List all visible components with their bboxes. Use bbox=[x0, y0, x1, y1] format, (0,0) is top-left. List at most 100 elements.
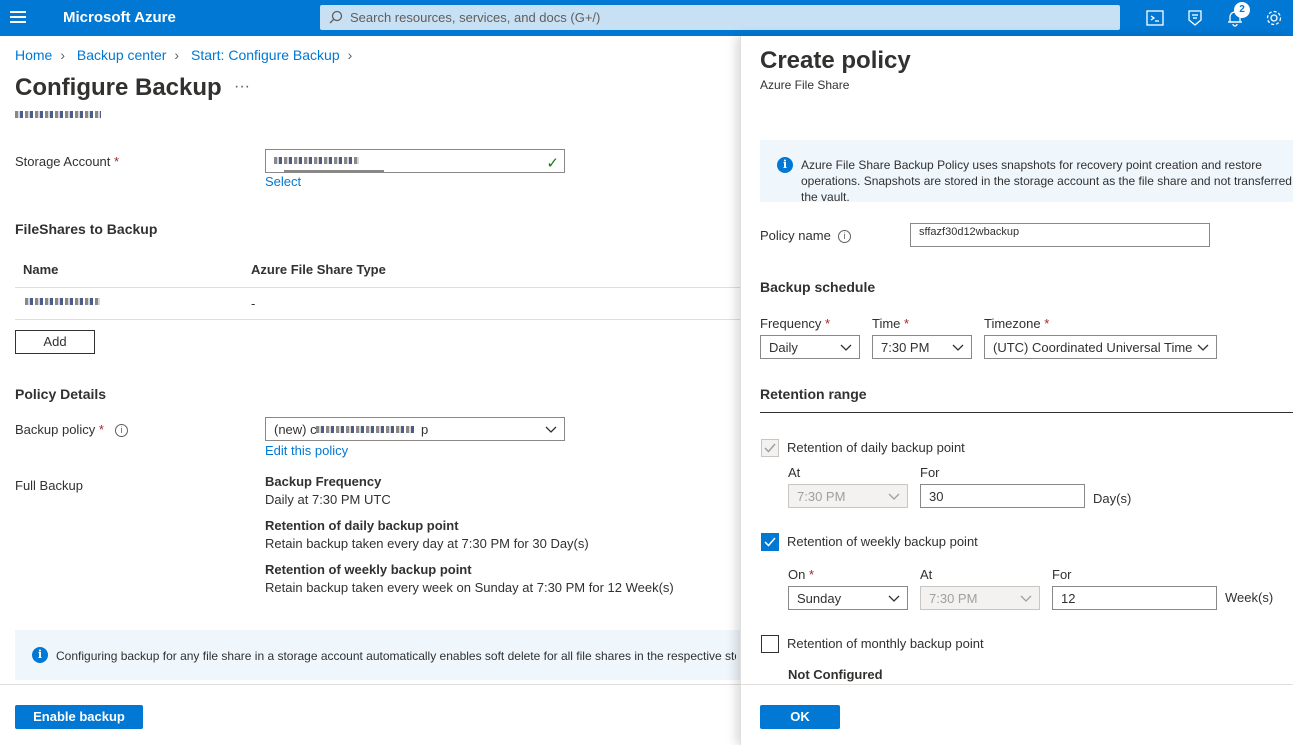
redacted-share-name bbox=[25, 298, 100, 305]
policy-info-text: Azure File Share Backup Policy uses snap… bbox=[801, 158, 1293, 202]
storage-account-field[interactable]: ✓ bbox=[265, 149, 565, 173]
weekly-for-input[interactable]: 12 bbox=[1052, 586, 1217, 610]
add-button[interactable]: Add bbox=[15, 330, 95, 354]
chevron-right-icon: › bbox=[60, 47, 66, 63]
settings-gear-icon[interactable] bbox=[1264, 8, 1284, 28]
chevron-right-icon: › bbox=[347, 47, 353, 63]
breadcrumb-home[interactable]: Home bbox=[15, 47, 52, 63]
checkmark-icon bbox=[764, 537, 776, 547]
info-icon[interactable]: i bbox=[838, 230, 851, 243]
chevron-right-icon: › bbox=[174, 47, 180, 63]
checkmark-icon: ✓ bbox=[546, 155, 559, 172]
policy-details-heading: Policy Details bbox=[15, 386, 107, 402]
weekly-for-label: For bbox=[1052, 567, 1072, 582]
enable-backup-button[interactable]: Enable backup bbox=[15, 705, 143, 729]
weekly-at-label: At bbox=[920, 567, 933, 582]
detail-title: Retention of daily backup point bbox=[265, 518, 459, 533]
backup-policy-dropdown[interactable]: (new) c p bbox=[265, 417, 565, 441]
info-icon[interactable]: i bbox=[115, 424, 128, 437]
top-bar: Microsoft Azure Search resources, servic… bbox=[0, 0, 1293, 36]
soft-delete-info-bar: i Configuring backup for any file share … bbox=[15, 630, 740, 680]
daily-for-input[interactable]: 30 bbox=[920, 484, 1085, 508]
detail-title: Backup Frequency bbox=[265, 474, 382, 489]
select-storage-link[interactable]: Select bbox=[265, 174, 301, 189]
chevron-down-icon bbox=[888, 595, 900, 602]
daily-retention-checkbox bbox=[761, 439, 779, 457]
frequency-dropdown[interactable]: Daily bbox=[760, 335, 860, 359]
detail-text: Retain backup taken every week on Sunday… bbox=[265, 580, 674, 595]
edit-policy-link[interactable]: Edit this policy bbox=[265, 443, 348, 458]
more-options-button[interactable]: ··· bbox=[234, 78, 250, 96]
storage-account-label: Storage Account * bbox=[15, 154, 120, 169]
fileshares-heading: FileShares to Backup bbox=[15, 221, 158, 237]
weekly-on-label: On * bbox=[788, 567, 815, 582]
daily-at-value: 7:30 PM bbox=[797, 489, 846, 504]
frequency-value: Daily bbox=[769, 340, 798, 355]
weekly-at-dropdown: 7:30 PM bbox=[920, 586, 1040, 610]
search-placeholder: Search resources, services, and docs (G+… bbox=[350, 10, 601, 25]
monthly-retention-checkbox[interactable] bbox=[761, 635, 779, 653]
daily-for-value: 30 bbox=[929, 489, 944, 504]
backup-policy-label: Backup policy * bbox=[15, 422, 104, 437]
divider bbox=[760, 412, 1293, 413]
detail-title: Retention of weekly backup point bbox=[265, 562, 472, 577]
table-row[interactable]: - bbox=[15, 288, 740, 320]
chevron-down-icon bbox=[1197, 344, 1209, 351]
menu-icon[interactable] bbox=[10, 11, 26, 25]
weekly-unit: Week(s) bbox=[1225, 590, 1274, 605]
weekly-at-value: 7:30 PM bbox=[929, 591, 978, 606]
search-input[interactable]: Search resources, services, and docs (G+… bbox=[320, 5, 1120, 30]
timezone-label: Timezone * bbox=[984, 316, 1050, 331]
redacted-subtitle bbox=[15, 111, 101, 118]
retention-range-heading: Retention range bbox=[760, 386, 867, 402]
info-icon: i bbox=[777, 157, 793, 173]
detail-text: Retain backup taken every day at 7:30 PM… bbox=[265, 536, 589, 551]
breadcrumb-configure[interactable]: Start: Configure Backup bbox=[191, 47, 340, 63]
directory-filter-icon[interactable] bbox=[1185, 8, 1205, 28]
daily-at-label: At bbox=[788, 465, 801, 480]
policy-value-prefix: (new) c bbox=[274, 422, 317, 437]
column-name: Name bbox=[23, 262, 59, 277]
weekly-retention-checkbox[interactable] bbox=[761, 533, 779, 551]
full-backup-label: Full Backup bbox=[15, 478, 83, 493]
monthly-retention-label: Retention of monthly backup point bbox=[787, 636, 984, 651]
daily-for-label: For bbox=[920, 465, 940, 480]
monthly-status: Not Configured bbox=[788, 667, 883, 682]
breadcrumb: Home › Backup center › Start: Configure Ba… bbox=[15, 47, 360, 63]
page-title: Configure Backup bbox=[15, 74, 222, 101]
search-icon bbox=[329, 10, 343, 24]
chevron-down-icon bbox=[888, 493, 900, 500]
ok-button[interactable]: OK bbox=[760, 705, 840, 729]
chevron-down-icon bbox=[952, 344, 964, 351]
daily-at-dropdown: 7:30 PM bbox=[788, 484, 908, 508]
backup-schedule-heading: Backup schedule bbox=[760, 279, 876, 295]
weekly-on-dropdown[interactable]: Sunday bbox=[788, 586, 908, 610]
redaction-line bbox=[284, 170, 384, 172]
redacted-value bbox=[274, 157, 359, 164]
time-dropdown[interactable]: 7:30 PM bbox=[872, 335, 972, 359]
share-type-cell: - bbox=[251, 296, 256, 311]
policy-info-box: i Azure File Share Backup Policy uses sn… bbox=[760, 140, 1293, 202]
timezone-value: (UTC) Coordinated Universal Time bbox=[993, 340, 1193, 355]
chevron-down-icon bbox=[545, 426, 557, 433]
panel-title: Create policy bbox=[760, 47, 911, 74]
time-value: 7:30 PM bbox=[881, 340, 930, 355]
divider bbox=[0, 684, 740, 685]
fileshares-table-header: Name Azure File Share Type bbox=[15, 255, 740, 288]
policy-name-input[interactable]: sffazf30d12wbackup bbox=[910, 223, 1210, 247]
timezone-dropdown[interactable]: (UTC) Coordinated Universal Time bbox=[984, 335, 1217, 359]
chevron-down-icon bbox=[1020, 595, 1032, 602]
cloud-shell-icon[interactable] bbox=[1145, 8, 1165, 28]
chevron-down-icon bbox=[840, 344, 852, 351]
redaction-mask bbox=[919, 237, 1059, 240]
frequency-label: Frequency * bbox=[760, 316, 831, 331]
policy-value-suffix: p bbox=[421, 422, 429, 437]
daily-retention-label: Retention of daily backup point bbox=[787, 440, 965, 455]
panel-subtitle: Azure File Share bbox=[760, 78, 850, 92]
detail-text: Daily at 7:30 PM UTC bbox=[265, 492, 391, 507]
column-type: Azure File Share Type bbox=[251, 262, 386, 277]
brand-title[interactable]: Microsoft Azure bbox=[63, 9, 176, 26]
breadcrumb-backup-center[interactable]: Backup center bbox=[77, 47, 167, 63]
weekly-retention-label: Retention of weekly backup point bbox=[787, 534, 978, 549]
policy-name-label: Policy name bbox=[760, 228, 831, 243]
